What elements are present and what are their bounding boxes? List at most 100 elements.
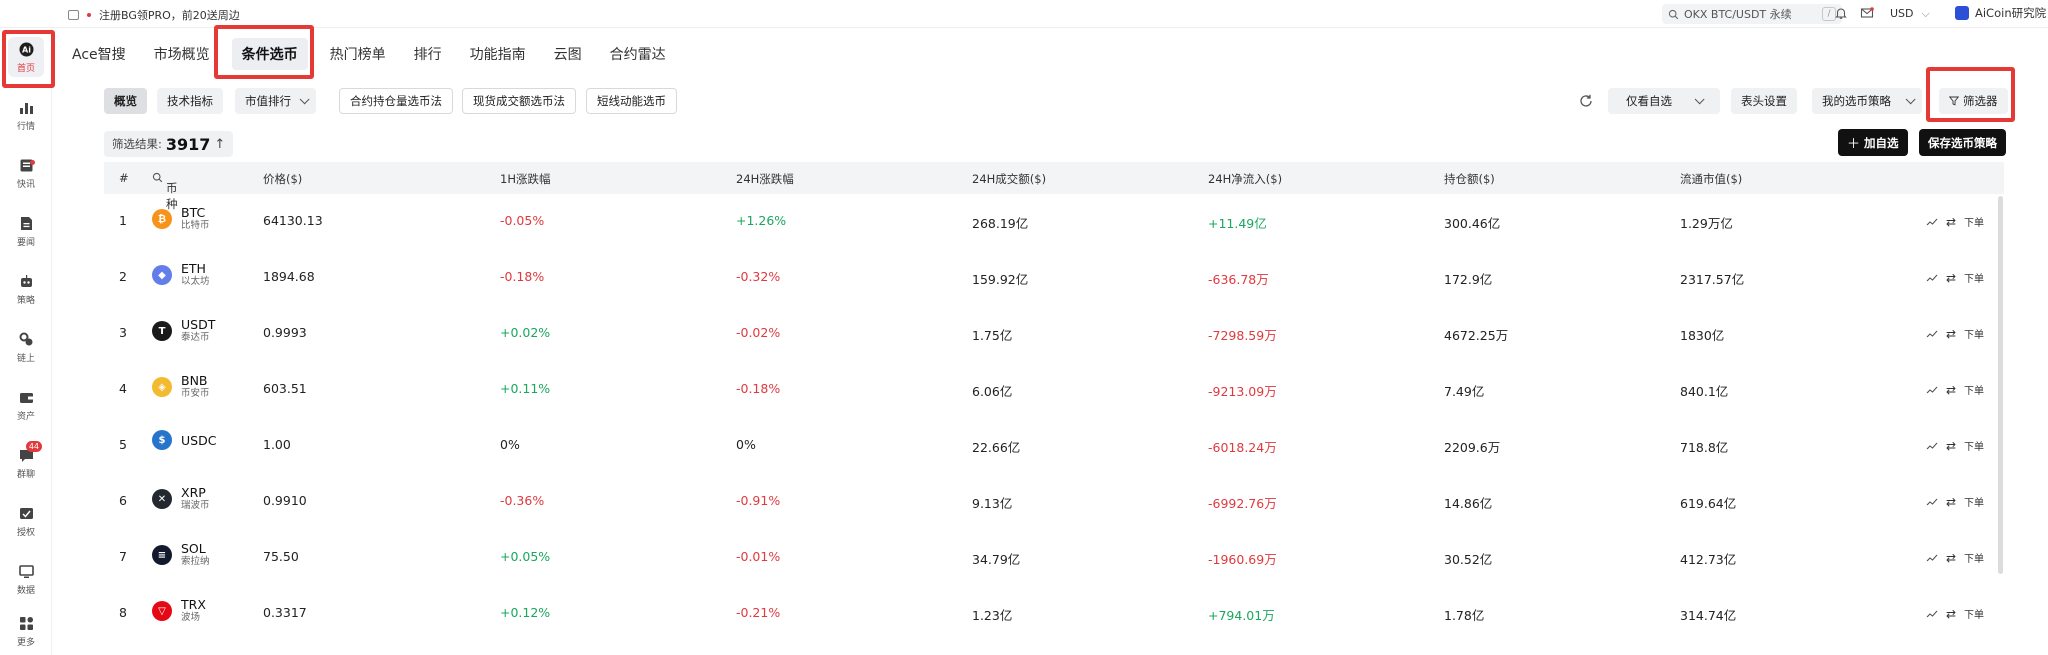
currency-select[interactable]: USD ⌵ [1890, 7, 1930, 21]
cell-inflow: -636.78万 [1208, 272, 1269, 287]
col-change-1h[interactable]: 1H涨跌幅 [500, 171, 550, 187]
sidebar-label: 行情 [16, 121, 35, 132]
col-change-24h[interactable]: 24H涨跌幅 [736, 171, 794, 187]
sidebar-item-assets[interactable]: 资产 [0, 380, 52, 430]
tab-contract-radar[interactable]: 合约雷达 [610, 38, 666, 70]
trend-chart-icon[interactable] [1926, 497, 1938, 507]
filter-overview[interactable]: 概览 [104, 88, 147, 114]
col-coin[interactable]: 币种 [152, 171, 178, 211]
order-button[interactable]: 下单 [1964, 494, 1984, 509]
sidebar-item-authorize[interactable]: 授权 [0, 496, 52, 546]
save-strategy-button[interactable]: 保存选币策略 [1919, 129, 2006, 156]
coin-cell[interactable]: ◈ BNB 币安币 [152, 374, 210, 400]
trend-chart-icon[interactable] [1926, 273, 1938, 283]
trend-chart-icon[interactable] [1926, 441, 1938, 451]
search-input[interactable]: OKX BTC/USDT 永续 / [1662, 4, 1842, 24]
tab-cloud-map[interactable]: 云图 [554, 38, 582, 70]
mail-icon[interactable] [1860, 6, 1874, 20]
table-row[interactable]: 2 ◆ ETH 以太坊 1894.68 -0.18% -0.32% 159.92亿 -6… [104, 250, 2004, 306]
swap-icon: ⇄ [1945, 382, 1956, 397]
cell-vol: 6.06亿 [972, 384, 1013, 399]
search-placeholder: OKX BTC/USDT 永续 [1684, 8, 1792, 21]
tab-market-overview[interactable]: 市场概览 [154, 38, 210, 70]
coin-symbol: XRP [181, 485, 206, 500]
order-button[interactable]: 下单 [1964, 382, 1984, 397]
sidebar-label: 数据 [16, 585, 35, 596]
preset-short-momentum[interactable]: 短线动能选币 [586, 88, 677, 114]
table-row[interactable]: 1 ₿ BTC 比特币 64130.13 -0.05% +1.26% 268.19亿 +… [104, 194, 2004, 250]
order-button[interactable]: 下单 [1964, 214, 1984, 229]
cell-h24: -0.02% [736, 325, 781, 340]
trend-chart-icon[interactable] [1926, 329, 1938, 339]
col-volume-24h[interactable]: 24H成交额($) [972, 171, 1046, 187]
order-button[interactable]: 下单 [1964, 270, 1984, 285]
tab-feature-guide[interactable]: 功能指南 [470, 38, 526, 70]
my-strategy-select[interactable]: 我的选币策略 [1812, 88, 1922, 114]
sidebar-item-more[interactable]: 更多 [0, 606, 52, 655]
table-row[interactable]: 5 $ USDC 1.00 0% 0% 22.66亿 -6018.24万 2209.6万 7… [104, 418, 2004, 474]
cell-h1: +0.11% [500, 381, 551, 396]
user-brand[interactable]: AiCoin研究院 [1955, 5, 2046, 21]
market-cap-select[interactable]: 市值排行 [235, 88, 316, 114]
preset-spot-volume[interactable]: 现货成交额选币法 [462, 88, 576, 114]
bell-icon[interactable] [1834, 6, 1848, 20]
add-watchlist-button[interactable]: ＋ 加自选 [1838, 129, 1908, 156]
order-button[interactable]: 下单 [1964, 326, 1984, 341]
sidebar-item-strategy[interactable]: 策略 [0, 264, 52, 314]
trend-chart-icon[interactable] [1926, 609, 1938, 619]
coin-cell[interactable]: ₿ BTC 比特币 [152, 206, 210, 232]
table-row[interactable]: 8 ▽ TRX 波场 0.3317 +0.12% -0.21% 1.23亿 +794.0… [104, 586, 2004, 642]
header-settings-button[interactable]: 表头设置 [1731, 88, 1797, 114]
order-button[interactable]: 下单 [1964, 438, 1984, 453]
order-button[interactable]: 下单 [1964, 606, 1984, 621]
table-scrollbar[interactable] [1998, 196, 2003, 574]
coin-cell[interactable]: ✕ XRP 瑞波币 [152, 486, 210, 512]
coin-cell[interactable]: T USDT 泰达币 [152, 318, 215, 344]
header-settings-label: 表头设置 [1741, 94, 1787, 108]
sidebar-item-flash[interactable]: 快讯 [0, 148, 52, 198]
coin-cell[interactable]: $ USDC [152, 430, 216, 450]
sidebar-item-headlines[interactable]: 要闻 [0, 206, 52, 256]
coin-logo-icon: ◈ [152, 377, 172, 397]
refresh-icon[interactable] [1578, 93, 1594, 109]
col-price[interactable]: 价格($) [263, 171, 302, 187]
col-open-interest[interactable]: 持仓额($) [1444, 171, 1495, 187]
filter-overview-label: 概览 [114, 94, 137, 108]
cell-price: 0.9993 [263, 325, 307, 340]
cell-price: 1894.68 [263, 269, 315, 284]
watchlist-only-select[interactable]: 仅看自选 [1608, 88, 1720, 114]
cell-price: 603.51 [263, 381, 307, 396]
table-row[interactable]: 3 T USDT 泰达币 0.9993 +0.02% -0.02% 1.75亿 -729… [104, 306, 2004, 362]
trend-chart-icon[interactable] [1926, 553, 1938, 563]
order-button[interactable]: 下单 [1964, 550, 1984, 565]
col-market-cap[interactable]: 流通市值($) [1680, 171, 1742, 187]
tab-ace-search[interactable]: Ace智搜 [72, 38, 126, 70]
sort-arrow-icon[interactable]: ↑ [214, 137, 225, 152]
coin-cell[interactable]: ◆ ETH 以太坊 [152, 262, 210, 288]
cell-mcap: 619.64亿 [1680, 496, 1737, 511]
sidebar-item-onchain[interactable]: 链上 [0, 322, 52, 372]
cell-vol: 34.79亿 [972, 552, 1021, 567]
table-row[interactable]: 7 ≡ SOL 索拉纳 75.50 +0.05% -0.01% 34.79亿 -1960… [104, 530, 2004, 586]
tab-ranking[interactable]: 排行 [414, 38, 442, 70]
tab-hot-lists[interactable]: 热门榜单 [330, 38, 386, 70]
cell-oi: 4672.25万 [1444, 328, 1509, 343]
row-actions: ⇄ 下单 [1926, 438, 1984, 453]
coin-name: BTC 比特币 [181, 206, 210, 232]
table-row[interactable]: 6 ✕ XRP 瑞波币 0.9910 -0.36% -0.91% 9.13亿 -6992… [104, 474, 2004, 530]
promo-notice[interactable]: 注册BG领PRO，前20送周边 [68, 7, 240, 23]
col-inflow-24h[interactable]: 24H净流入($) [1208, 171, 1282, 187]
filter-technical[interactable]: 技术指标 [157, 88, 223, 114]
sidebar-item-chat[interactable]: 44 群聊 [0, 438, 52, 488]
coin-cell[interactable]: ▽ TRX 波场 [152, 598, 206, 624]
sidebar-item-data[interactable]: 数据 [0, 554, 52, 604]
preset-contract-oi[interactable]: 合约持仓量选币法 [339, 88, 453, 114]
coin-cell[interactable]: ≡ SOL 索拉纳 [152, 542, 210, 568]
plus-icon: ＋ [1847, 137, 1861, 152]
coin-chinese-name: 以太坊 [181, 276, 210, 287]
trend-chart-icon[interactable] [1926, 217, 1938, 227]
bar-chart-icon [19, 102, 33, 114]
sidebar-item-market[interactable]: 行情 [0, 90, 52, 140]
trend-chart-icon[interactable] [1926, 385, 1938, 395]
table-row[interactable]: 4 ◈ BNB 币安币 603.51 +0.11% -0.18% 6.06亿 -9213… [104, 362, 2004, 418]
